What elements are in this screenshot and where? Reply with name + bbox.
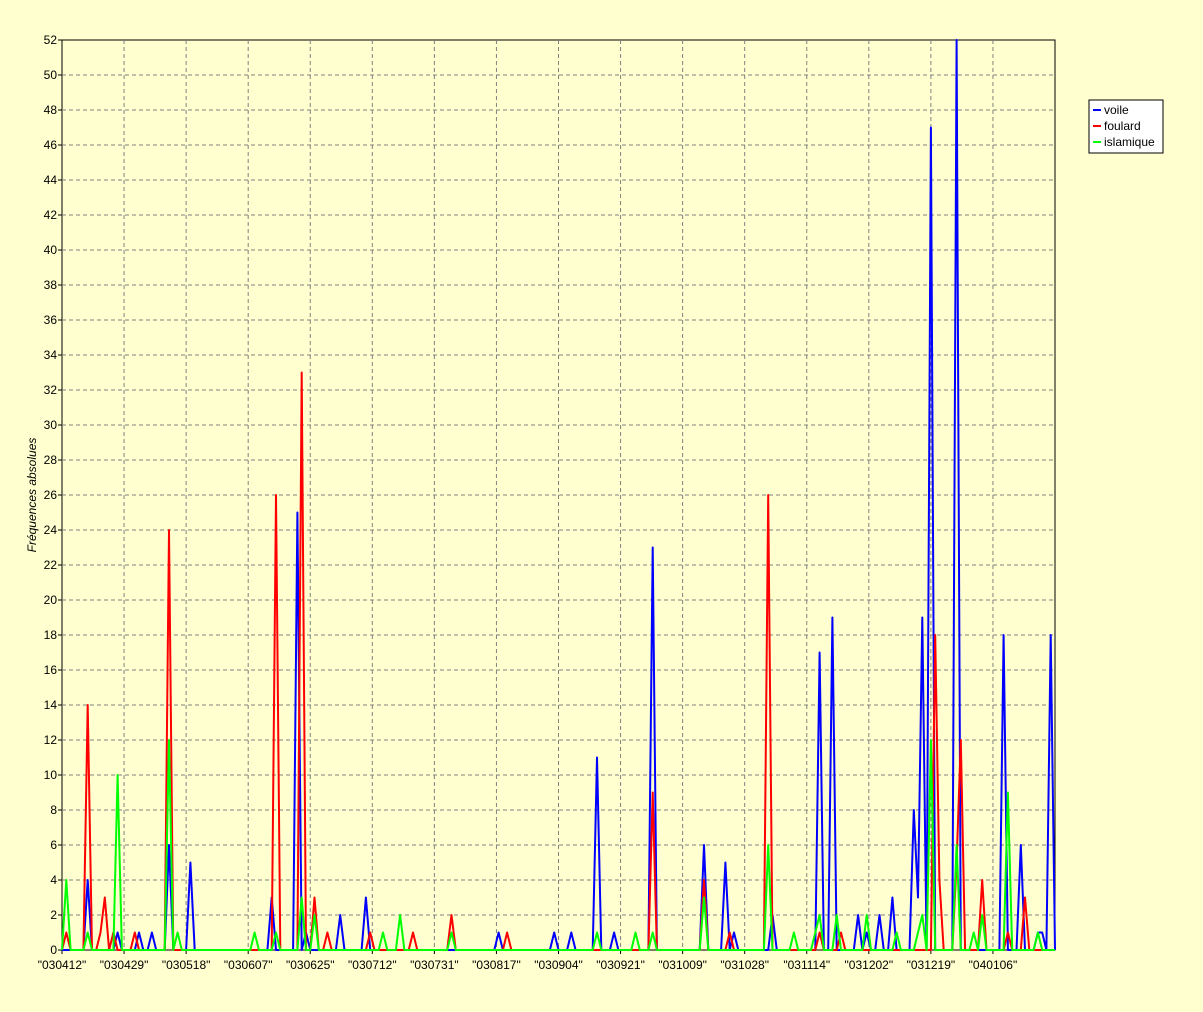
x-tick-label: "030904"	[534, 958, 583, 972]
x-tick-label: "030429"	[100, 958, 149, 972]
y-tick-label: 22	[44, 558, 58, 572]
y-tick-label: 26	[44, 488, 58, 502]
y-tick-label: 0	[50, 943, 57, 957]
y-tick-label: 4	[50, 873, 57, 887]
x-tick-label: "030731"	[410, 958, 459, 972]
y-tick-label: 40	[44, 243, 58, 257]
line-chart: 0246810121416182022242628303234363840424…	[25, 33, 1164, 972]
y-tick-label: 24	[44, 523, 58, 537]
x-tick-label: "031028"	[720, 958, 769, 972]
y-tick-label: 42	[44, 208, 58, 222]
x-tick-label: "030607"	[224, 958, 273, 972]
legend-label-islamique: islamique	[1104, 135, 1155, 149]
x-tick-label: "031202"	[845, 958, 894, 972]
legend-label-foulard: foulard	[1104, 119, 1141, 133]
x-tick-label: "031114"	[783, 958, 830, 972]
y-tick-label: 6	[50, 838, 57, 852]
y-tick-label: 8	[50, 803, 57, 817]
y-tick-label: 16	[44, 663, 58, 677]
legend: voile foulard islamique	[1088, 99, 1164, 154]
x-tick-label: "031219"	[907, 958, 956, 972]
y-tick-label: 48	[44, 103, 58, 117]
y-axis-label: Fréquences absolues	[25, 438, 39, 553]
y-tick-label: 18	[44, 628, 58, 642]
y-tick-label: 32	[44, 383, 58, 397]
y-tick-label: 20	[44, 593, 58, 607]
y-tick-label: 30	[44, 418, 58, 432]
y-tick-label: 34	[44, 348, 58, 362]
y-tick-label: 2	[50, 908, 57, 922]
x-axis-ticks: "030412" "030429" "030518" "030607" "030625"…	[38, 950, 1018, 972]
y-tick-label: 50	[44, 68, 58, 82]
x-tick-label: "031009"	[658, 958, 707, 972]
y-axis-ticks: 0246810121416182022242628303234363840424…	[44, 33, 62, 957]
y-tick-label: 12	[44, 733, 58, 747]
y-tick-label: 44	[44, 173, 58, 187]
y-tick-label: 14	[44, 698, 58, 712]
x-tick-label: "030712"	[348, 958, 397, 972]
x-tick-label: "030518"	[162, 958, 211, 972]
y-tick-label: 52	[44, 33, 58, 47]
y-tick-label: 46	[44, 138, 58, 152]
x-tick-label: "030625"	[286, 958, 335, 972]
x-tick-label: "030921"	[596, 958, 645, 972]
y-tick-label: 38	[44, 278, 58, 292]
x-tick-label: "030412"	[38, 958, 87, 972]
x-tick-label: "040106"	[969, 958, 1018, 972]
legend-label-voile: voile	[1104, 103, 1129, 117]
x-tick-label: "030817"	[472, 958, 521, 972]
y-tick-label: 28	[44, 453, 58, 467]
y-tick-label: 36	[44, 313, 58, 327]
y-tick-label: 10	[44, 768, 58, 782]
